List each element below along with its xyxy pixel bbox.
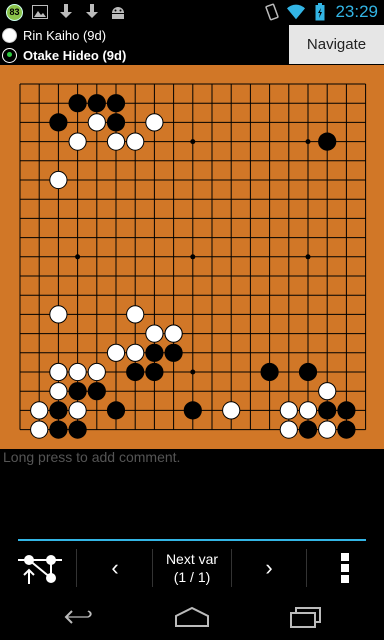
black-stone <box>106 113 126 132</box>
black-stone <box>49 401 68 420</box>
white-stone <box>68 132 87 151</box>
black-stone <box>106 94 126 113</box>
player-black-name: Otake Hideo (9d) <box>23 47 127 63</box>
vibrate-icon <box>263 3 281 21</box>
white-stone <box>318 420 337 439</box>
black-stone <box>145 343 164 362</box>
next-var-count: (1 / 1) <box>173 568 211 585</box>
player-black: Otake Hideo (9d) <box>2 45 126 65</box>
home-icon <box>175 606 209 627</box>
home-button[interactable] <box>168 602 216 632</box>
status-bar: 83 23:29 <box>0 0 384 25</box>
black-stone <box>87 382 106 401</box>
notification-badge: 83 <box>6 3 23 21</box>
white-stone <box>49 305 68 324</box>
white-stone-icon <box>2 27 17 43</box>
image-icon <box>31 3 49 21</box>
white-stone <box>68 362 87 382</box>
go-board[interactable] <box>0 65 384 449</box>
white-stone <box>145 113 164 132</box>
black-stone <box>260 362 279 382</box>
android-icon <box>109 3 127 21</box>
next-variation-button[interactable]: Next var (1 / 1) <box>153 541 231 594</box>
go-board-canvas[interactable] <box>0 65 384 449</box>
black-stone <box>145 362 164 382</box>
black-stone <box>87 94 106 113</box>
game-tree-icon <box>18 554 62 584</box>
black-stone <box>106 401 126 420</box>
previous-variation-button[interactable]: ‹ <box>78 541 152 594</box>
back-button[interactable] <box>56 602 104 632</box>
black-stone <box>318 132 337 151</box>
game-tree-button[interactable] <box>10 541 70 594</box>
black-stone <box>68 382 87 401</box>
white-stone <box>30 420 49 439</box>
system-nav-bar <box>0 594 384 640</box>
white-stone <box>279 420 298 439</box>
white-stone <box>298 401 318 420</box>
chevron-right-icon: › <box>265 554 273 580</box>
bottom-toolbar: ‹ Next var (1 / 1) › <box>0 541 384 594</box>
black-stone <box>126 362 145 382</box>
next-move-button[interactable]: › <box>232 541 306 594</box>
black-stone <box>183 401 202 420</box>
white-stone <box>49 170 68 190</box>
player-white: Rin Kaiho (9d) <box>2 25 106 45</box>
white-stone <box>49 362 68 382</box>
star-point <box>190 369 196 375</box>
star-point <box>75 254 81 260</box>
white-stone <box>222 401 241 420</box>
black-stone <box>337 420 356 439</box>
overflow-menu-icon <box>341 552 349 583</box>
white-stone <box>87 113 106 132</box>
navigate-button[interactable]: Navigate <box>289 25 384 64</box>
white-stone <box>126 305 145 324</box>
player-white-name: Rin Kaiho (9d) <box>23 27 107 43</box>
white-stone <box>106 343 126 362</box>
white-stone <box>145 324 164 343</box>
clock: 23:29 <box>335 2 378 21</box>
white-stone <box>318 382 337 401</box>
players-panel: Rin Kaiho (9d) Otake Hideo (9d) <box>0 25 290 65</box>
white-stone <box>164 324 183 343</box>
black-stone <box>298 420 318 439</box>
wifi-icon <box>287 3 306 21</box>
black-stone <box>49 420 68 439</box>
recent-apps-button[interactable] <box>282 602 330 632</box>
black-stone <box>298 362 318 382</box>
overflow-menu-button[interactable] <box>310 541 380 594</box>
back-icon <box>64 610 92 624</box>
white-stone <box>126 132 145 151</box>
battery-icon <box>311 3 329 21</box>
star-point <box>190 139 196 145</box>
white-stone <box>30 401 49 420</box>
black-stone-to-move-icon <box>2 47 17 63</box>
white-stone <box>106 132 126 151</box>
chevron-left-icon: ‹ <box>111 554 119 580</box>
star-point <box>305 139 311 145</box>
download-icon <box>57 3 75 21</box>
white-stone <box>68 401 87 420</box>
black-stone <box>164 343 183 362</box>
download-icon <box>83 3 101 21</box>
white-stone <box>49 382 68 401</box>
next-var-label: Next var <box>165 550 219 567</box>
black-stone <box>68 94 87 113</box>
comment-area[interactable]: Long press to add comment. <box>3 449 180 465</box>
black-stone <box>68 420 87 439</box>
recent-apps-icon <box>290 607 321 628</box>
black-stone <box>337 401 356 420</box>
black-stone <box>49 113 68 132</box>
white-stone <box>126 343 145 362</box>
white-stone <box>87 362 106 382</box>
white-stone <box>279 401 298 420</box>
black-stone <box>318 401 337 420</box>
star-point <box>305 254 311 260</box>
star-point <box>190 254 196 260</box>
